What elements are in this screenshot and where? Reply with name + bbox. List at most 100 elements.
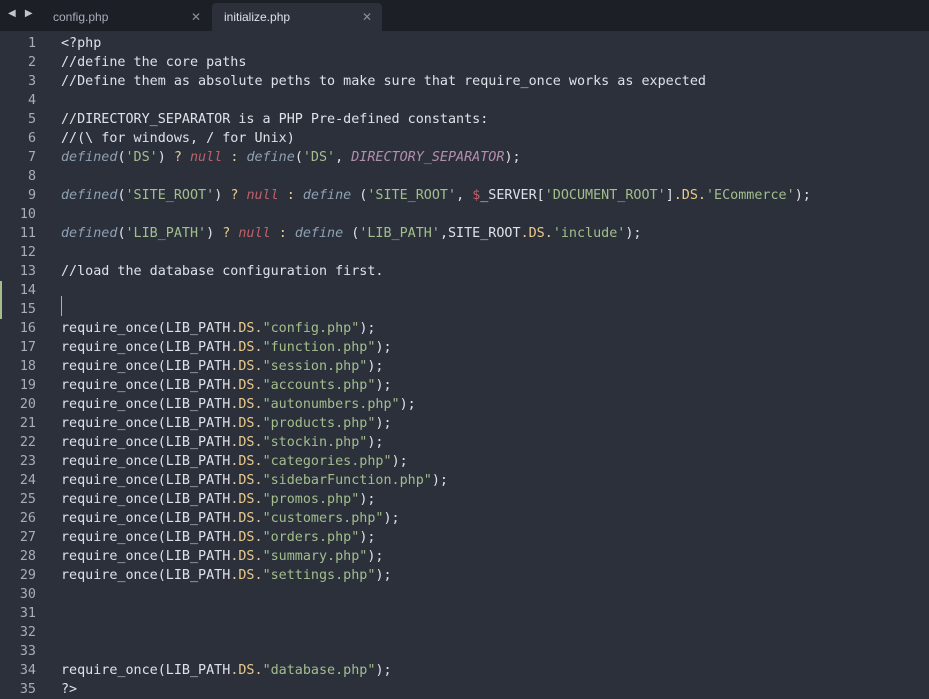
code-token: ( xyxy=(351,188,368,203)
code-line[interactable]: 33 xyxy=(0,642,929,661)
line-number: 27 xyxy=(19,530,36,545)
code-line[interactable]: 16 require_once(LIB_PATH.DS."config.php")… xyxy=(0,319,929,338)
tab-config-php[interactable]: config.php ✕ xyxy=(41,3,211,31)
code-token: //load the database configuration first. xyxy=(61,264,384,279)
code-token: .DS. xyxy=(673,188,706,203)
code-line[interactable]: 13 //load the database configuration firs… xyxy=(0,262,929,281)
code-line[interactable]: 5 //DIRECTORY_SEPARATOR is a PHP Pre-defi… xyxy=(0,110,929,129)
code-text: defined('SITE_ROOT') ? null : define ('S… xyxy=(61,186,811,205)
code-token: "stockin.php" xyxy=(262,435,368,450)
code-token: 'DS' xyxy=(125,150,158,165)
line-number: 14 xyxy=(19,283,36,298)
code-token: "accounts.php" xyxy=(262,378,376,393)
code-line[interactable]: 8 xyxy=(0,167,929,186)
code-line[interactable]: 14 xyxy=(0,281,929,300)
code-token: 'SITE_ROOT' xyxy=(367,188,457,203)
code-token: "summary.php" xyxy=(262,549,368,564)
code-line[interactable]: 27 require_once(LIB_PATH.DS."orders.php")… xyxy=(0,528,929,547)
line-number: 12 xyxy=(19,245,36,260)
code-line[interactable]: 9 defined('SITE_ROOT') ? null : define ('… xyxy=(0,186,929,205)
code-line[interactable]: 18 require_once(LIB_PATH.DS."session.php"… xyxy=(0,357,929,376)
code-token: ); xyxy=(359,530,376,545)
code-line[interactable]: 24 require_once(LIB_PATH.DS."sidebarFunct… xyxy=(0,471,929,490)
line-number: 18 xyxy=(19,359,36,374)
line-number: 6 xyxy=(27,131,36,146)
code-line[interactable]: 26 require_once(LIB_PATH.DS."customers.ph… xyxy=(0,509,929,528)
line-number: 32 xyxy=(19,625,36,640)
code-line[interactable]: 1 <?php xyxy=(0,34,929,53)
code-line[interactable]: 10 xyxy=(0,205,929,224)
code-line[interactable]: 20 require_once(LIB_PATH.DS."autonumbers.… xyxy=(0,395,929,414)
line-number: 10 xyxy=(19,207,36,222)
code-line[interactable]: 12 xyxy=(0,243,929,262)
code-token: require_once(LIB_PATH xyxy=(61,549,231,564)
code-token: 'ECommerce' xyxy=(706,188,795,203)
code-line[interactable]: 17 require_once(LIB_PATH.DS."function.php… xyxy=(0,338,929,357)
code-line[interactable]: 22 require_once(LIB_PATH.DS."stockin.php"… xyxy=(0,433,929,452)
code-line[interactable]: 3 //Define them as absolute peths to make… xyxy=(0,72,929,91)
line-number: 35 xyxy=(19,682,36,697)
code-line[interactable]: 29 require_once(LIB_PATH.DS."settings.php… xyxy=(0,566,929,585)
line-number: 31 xyxy=(19,606,36,621)
code-token: .DS. xyxy=(230,663,263,678)
code-line[interactable]: 19 require_once(LIB_PATH.DS."accounts.php… xyxy=(0,376,929,395)
code-token: ); xyxy=(359,492,376,507)
code-token: ); xyxy=(367,549,384,564)
code-text: //define the core paths xyxy=(61,53,246,72)
code-token: ); xyxy=(391,454,408,469)
code-line[interactable]: 28 require_once(LIB_PATH.DS."summary.php"… xyxy=(0,547,929,566)
code-text: require_once(LIB_PATH.DS."autonumbers.ph… xyxy=(61,395,416,414)
code-text: //Define them as absolute peths to make … xyxy=(61,72,706,91)
code-token: ( xyxy=(343,226,360,241)
code-line[interactable]: 15 xyxy=(0,300,929,319)
code-token: ( xyxy=(117,150,126,165)
tab-label: config.php xyxy=(53,10,109,24)
code-token: ); xyxy=(367,359,384,374)
close-icon[interactable]: ✕ xyxy=(362,3,372,31)
code-line[interactable]: 4 xyxy=(0,91,929,110)
tab-nav-arrows-icon[interactable]: ◀ ▶ xyxy=(8,8,36,19)
code-editor[interactable]: 1 <?php 2 //define the core paths 3 //Define … xyxy=(0,34,929,697)
code-token: "orders.php" xyxy=(262,530,360,545)
tab-initialize-php[interactable]: initialize.php ✕ xyxy=(212,3,382,31)
code-token: "promos.php" xyxy=(262,492,360,507)
code-token: .DS. xyxy=(230,530,263,545)
code-line[interactable]: 25 require_once(LIB_PATH.DS."promos.php")… xyxy=(0,490,929,509)
code-token: ); xyxy=(794,188,811,203)
code-token: ); xyxy=(625,226,642,241)
code-token: _SERVER[ xyxy=(480,188,545,203)
code-line[interactable]: 30 xyxy=(0,585,929,604)
code-line[interactable]: 11 defined('LIB_PATH') ? null : define ('… xyxy=(0,224,929,243)
code-token: require_once(LIB_PATH xyxy=(61,359,231,374)
code-token: 'SITE_ROOT' xyxy=(125,188,215,203)
code-token: require_once(LIB_PATH xyxy=(61,416,231,431)
code-line[interactable]: 35 ?> xyxy=(0,680,929,699)
code-line[interactable]: 34 require_once(LIB_PATH.DS."database.php… xyxy=(0,661,929,680)
line-number: 15 xyxy=(19,302,36,317)
code-token: 'DS' xyxy=(302,150,336,165)
code-line[interactable]: 32 xyxy=(0,623,929,642)
close-icon[interactable]: ✕ xyxy=(191,3,201,31)
code-token: defined xyxy=(61,150,118,165)
code-token: ) xyxy=(214,188,231,203)
code-line[interactable]: 6 //(\ for windows, / for Unix) xyxy=(0,129,929,148)
line-number: 4 xyxy=(27,93,36,108)
code-token: require_once(LIB_PATH xyxy=(61,568,231,583)
code-line[interactable]: 21 require_once(LIB_PATH.DS."products.php… xyxy=(0,414,929,433)
line-number: 19 xyxy=(19,378,36,393)
code-line[interactable]: 23 require_once(LIB_PATH.DS."categories.p… xyxy=(0,452,929,471)
line-number: 26 xyxy=(19,511,36,526)
line-number: 22 xyxy=(19,435,36,450)
code-token: ? xyxy=(173,150,182,165)
code-line[interactable]: 7 defined('DS') ? null : define('DS', DIR… xyxy=(0,148,929,167)
code-token: ); xyxy=(399,397,416,412)
code-line[interactable]: 31 xyxy=(0,604,929,623)
code-token: require_once(LIB_PATH xyxy=(61,454,231,469)
code-token: require_once(LIB_PATH xyxy=(61,321,231,336)
code-token: .DS. xyxy=(230,340,263,355)
line-number: 21 xyxy=(19,416,36,431)
line-number: 33 xyxy=(19,644,36,659)
code-token: ); xyxy=(375,416,392,431)
code-line[interactable]: 2 //define the core paths xyxy=(0,53,929,72)
